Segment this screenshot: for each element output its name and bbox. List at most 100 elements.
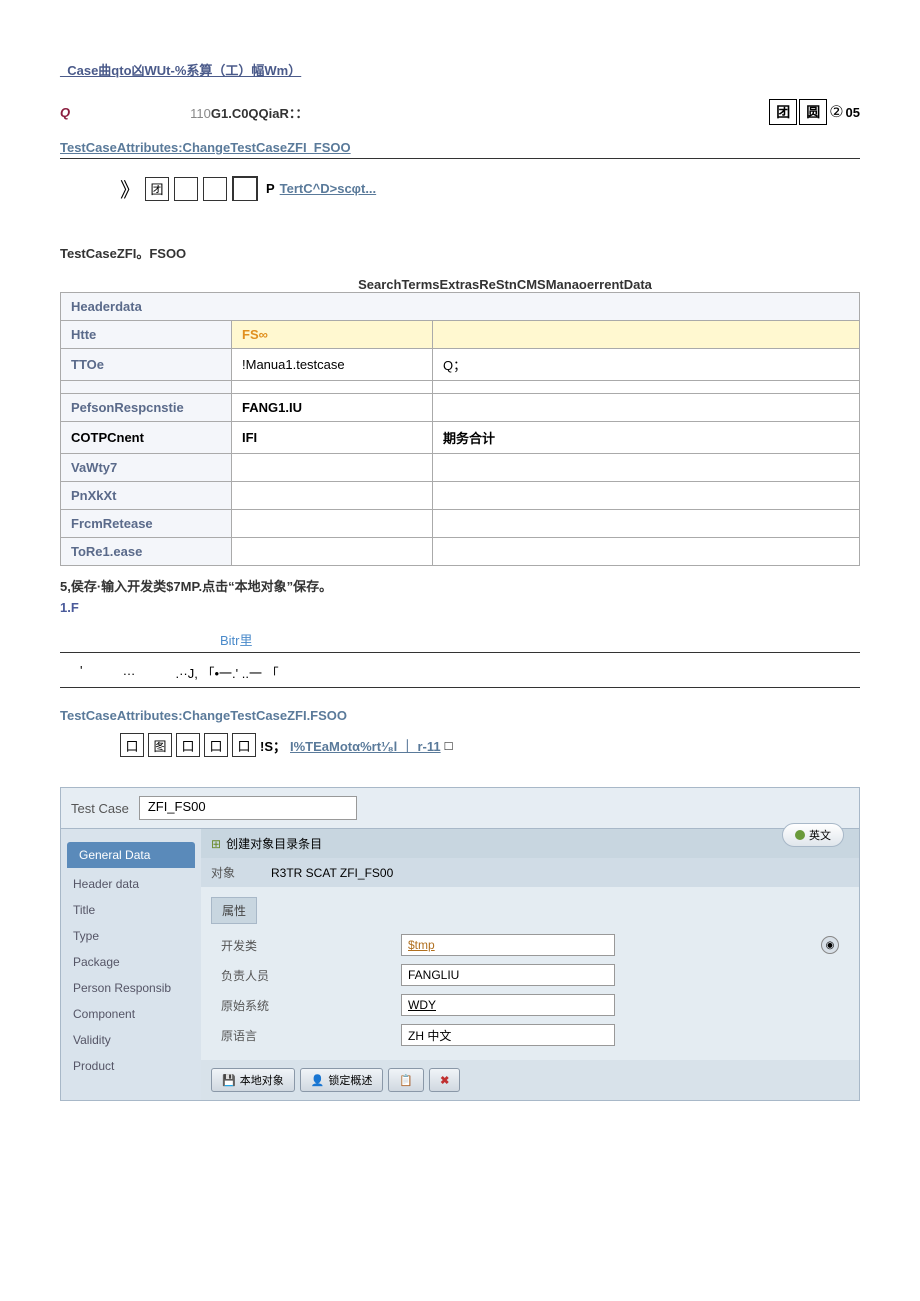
sap-sidebar: General Data Header dataTitleTypePackage… [61, 829, 201, 1100]
toolbar-1: 》 团 P TertC^D>scφt... [120, 174, 860, 203]
sidebar-item[interactable]: Title [61, 897, 201, 923]
dialog-form-row: 原始系统WDY [211, 990, 849, 1020]
sidebar-item[interactable]: Product [61, 1053, 201, 1079]
tb2-icon-3[interactable]: 口 [176, 733, 200, 757]
form-label: FrcmRetease [61, 510, 232, 538]
tb2-suffix: □ [445, 738, 453, 753]
object-value: R3TR SCAT ZFI_FS00 [271, 866, 393, 880]
dialog-button-bar: 💾 本地对象 👤 锁定概述 📋 ✖ [201, 1060, 859, 1100]
form-label: TTOe [61, 349, 232, 381]
bitr-row: Bitr里 [60, 625, 860, 653]
toolbar-icon-square-1[interactable]: 团 [145, 177, 169, 201]
dialog-form-row: 负责人员FANGLIU [211, 960, 849, 990]
form-label: PefsonRespcnstie [61, 394, 232, 422]
sidebar-item[interactable]: Header data [61, 871, 201, 897]
globe-icon [795, 830, 805, 840]
q-label: Q [60, 105, 70, 120]
save-local-label: 本地对象 [240, 1072, 284, 1088]
right-badges: 团 圆 ② 05 [769, 99, 860, 125]
copy-icon: 📋 [399, 1074, 413, 1087]
sidebar-item[interactable]: Person Responsib [61, 975, 201, 1001]
dialog-row-label: 原语言 [221, 1027, 401, 1044]
toolbar-icon-square-4[interactable] [232, 176, 258, 201]
sidebar-item[interactable]: Package [61, 949, 201, 975]
form-value-2: Q； [433, 349, 860, 381]
code-main: G1.C0QQiaR：： [211, 106, 309, 121]
cancel-button[interactable]: ✖ [429, 1068, 460, 1092]
form-label [61, 381, 232, 394]
toolbar-2: 口 图 口 口 口 !S； I%TEaMotα%rt¹⁄₈l ｜ r-11 □ [120, 733, 860, 757]
dialog-title-text: 创建对象目录条目 [226, 835, 322, 852]
form-value-1: FANG1.IU [232, 394, 433, 422]
toolbar-p-label: P [266, 181, 275, 196]
language-button[interactable]: 英文 [782, 823, 844, 847]
form-label: Htte [61, 321, 232, 349]
subtitle-1[interactable]: TestCaseAttributes:ChangeTestCaseZFI_FSO… [60, 140, 860, 159]
chevron-double-icon[interactable]: 》 [120, 174, 140, 203]
save-icon: 💾 [222, 1074, 236, 1087]
badge-1: 团 [769, 99, 797, 125]
tab-row: SearchTermsExtrasReStnCMSManaoerrentData [60, 277, 860, 292]
lock-overview-button[interactable]: 👤 锁定概述 [300, 1068, 384, 1092]
dots-right: .··J, 「•一.' ..一 「 [175, 663, 278, 682]
form-value-2 [433, 321, 860, 349]
dots-row: ' … .··J, 「•一.' ..一 「 [60, 653, 860, 688]
form-value-1 [232, 482, 433, 510]
sidebar-item[interactable]: Component [61, 1001, 201, 1027]
sap-dialog: ⊞ 创建对象目录条目 对象 R3TR SCAT ZFI_FS00 属性 开发类$… [201, 829, 859, 1100]
subtitle-2: TestCaseAttributes:ChangeTestCaseZFI.FSO… [60, 708, 860, 723]
form-label: PnXkXt [61, 482, 232, 510]
form-value-2 [433, 454, 860, 482]
dialog-row-input[interactable]: WDY [401, 994, 615, 1016]
dialog-form-row: 原语言ZH 中文 [211, 1020, 849, 1050]
dialog-title-bar: ⊞ 创建对象目录条目 [201, 829, 859, 858]
table-header: Headerdata [61, 293, 860, 321]
value-help-icon[interactable]: ◉ [821, 936, 839, 954]
tb2-link[interactable]: I%TEaMotα%rt¹⁄₈l ｜ r-11 [290, 736, 441, 755]
toolbar-icon-square-2[interactable] [174, 177, 198, 201]
dialog-row-input[interactable]: FANGLIU [401, 964, 615, 986]
save-local-button[interactable]: 💾 本地对象 [211, 1068, 295, 1092]
form-value-1: FS∞ [232, 321, 433, 349]
tb2-text: !S； [260, 736, 286, 755]
dialog-row-input[interactable]: ZH 中文 [401, 1024, 615, 1046]
code-row: Q 110G1.C0QQiaR：： 团 圆 ② 05 [60, 99, 860, 125]
form-label: COTPCnent [61, 422, 232, 454]
tb2-icon-2[interactable]: 图 [148, 733, 172, 757]
sidebar-item[interactable]: Validity [61, 1027, 201, 1053]
dots-left: ' [80, 663, 82, 682]
toolbar-script-link[interactable]: TertC^D>scφt... [280, 181, 376, 196]
badge-2: 圆 [799, 99, 827, 125]
form-value-2 [433, 538, 860, 566]
tb2-icon-1[interactable]: 口 [120, 733, 144, 757]
lock-overview-label: 锁定概述 [328, 1072, 372, 1088]
close-icon: ✖ [440, 1074, 449, 1087]
form-value-1 [232, 538, 433, 566]
top-breadcrumb-link[interactable]: _Case曲qto凶WUt-%系算（工）幅Wm） [60, 60, 860, 79]
testcase-input[interactable]: ZFI_FS00 [139, 796, 357, 820]
form-label: ToRe1.ease [61, 538, 232, 566]
sidebar-tab-general[interactable]: General Data [67, 842, 195, 868]
badge-circle: ② [829, 102, 843, 122]
dialog-row-label: 负责人员 [221, 967, 401, 984]
dialog-row-input[interactable]: $tmp [401, 934, 615, 956]
testcase-heading: TestCaseZFI。FSOO [60, 243, 860, 262]
form-value-1 [232, 510, 433, 538]
sidebar-item[interactable]: Type [61, 923, 201, 949]
narrative: 5,侯存·输入开发类$7MP.点击“本地对象”保存。 [60, 576, 860, 595]
form-label: VaWty7 [61, 454, 232, 482]
object-label: 对象 [211, 864, 271, 881]
form-value-2 [433, 482, 860, 510]
testcase-label: Test Case [71, 801, 129, 816]
tb2-icon-4[interactable]: 口 [204, 733, 228, 757]
dialog-row-label: 开发类 [221, 937, 401, 954]
toolbar-icon-square-3[interactable] [203, 177, 227, 201]
dialog-object-row: 对象 R3TR SCAT ZFI_FS00 [201, 858, 859, 887]
sap-window: Test Case ZFI_FS00 英文 General Data Heade… [60, 787, 860, 1101]
form-value-2 [433, 394, 860, 422]
copy-button[interactable]: 📋 [388, 1068, 424, 1092]
tb2-icon-5[interactable]: 口 [232, 733, 256, 757]
dots-mid: … [122, 663, 135, 682]
form-value-2 [433, 510, 860, 538]
form-value-1: IFI [232, 422, 433, 454]
